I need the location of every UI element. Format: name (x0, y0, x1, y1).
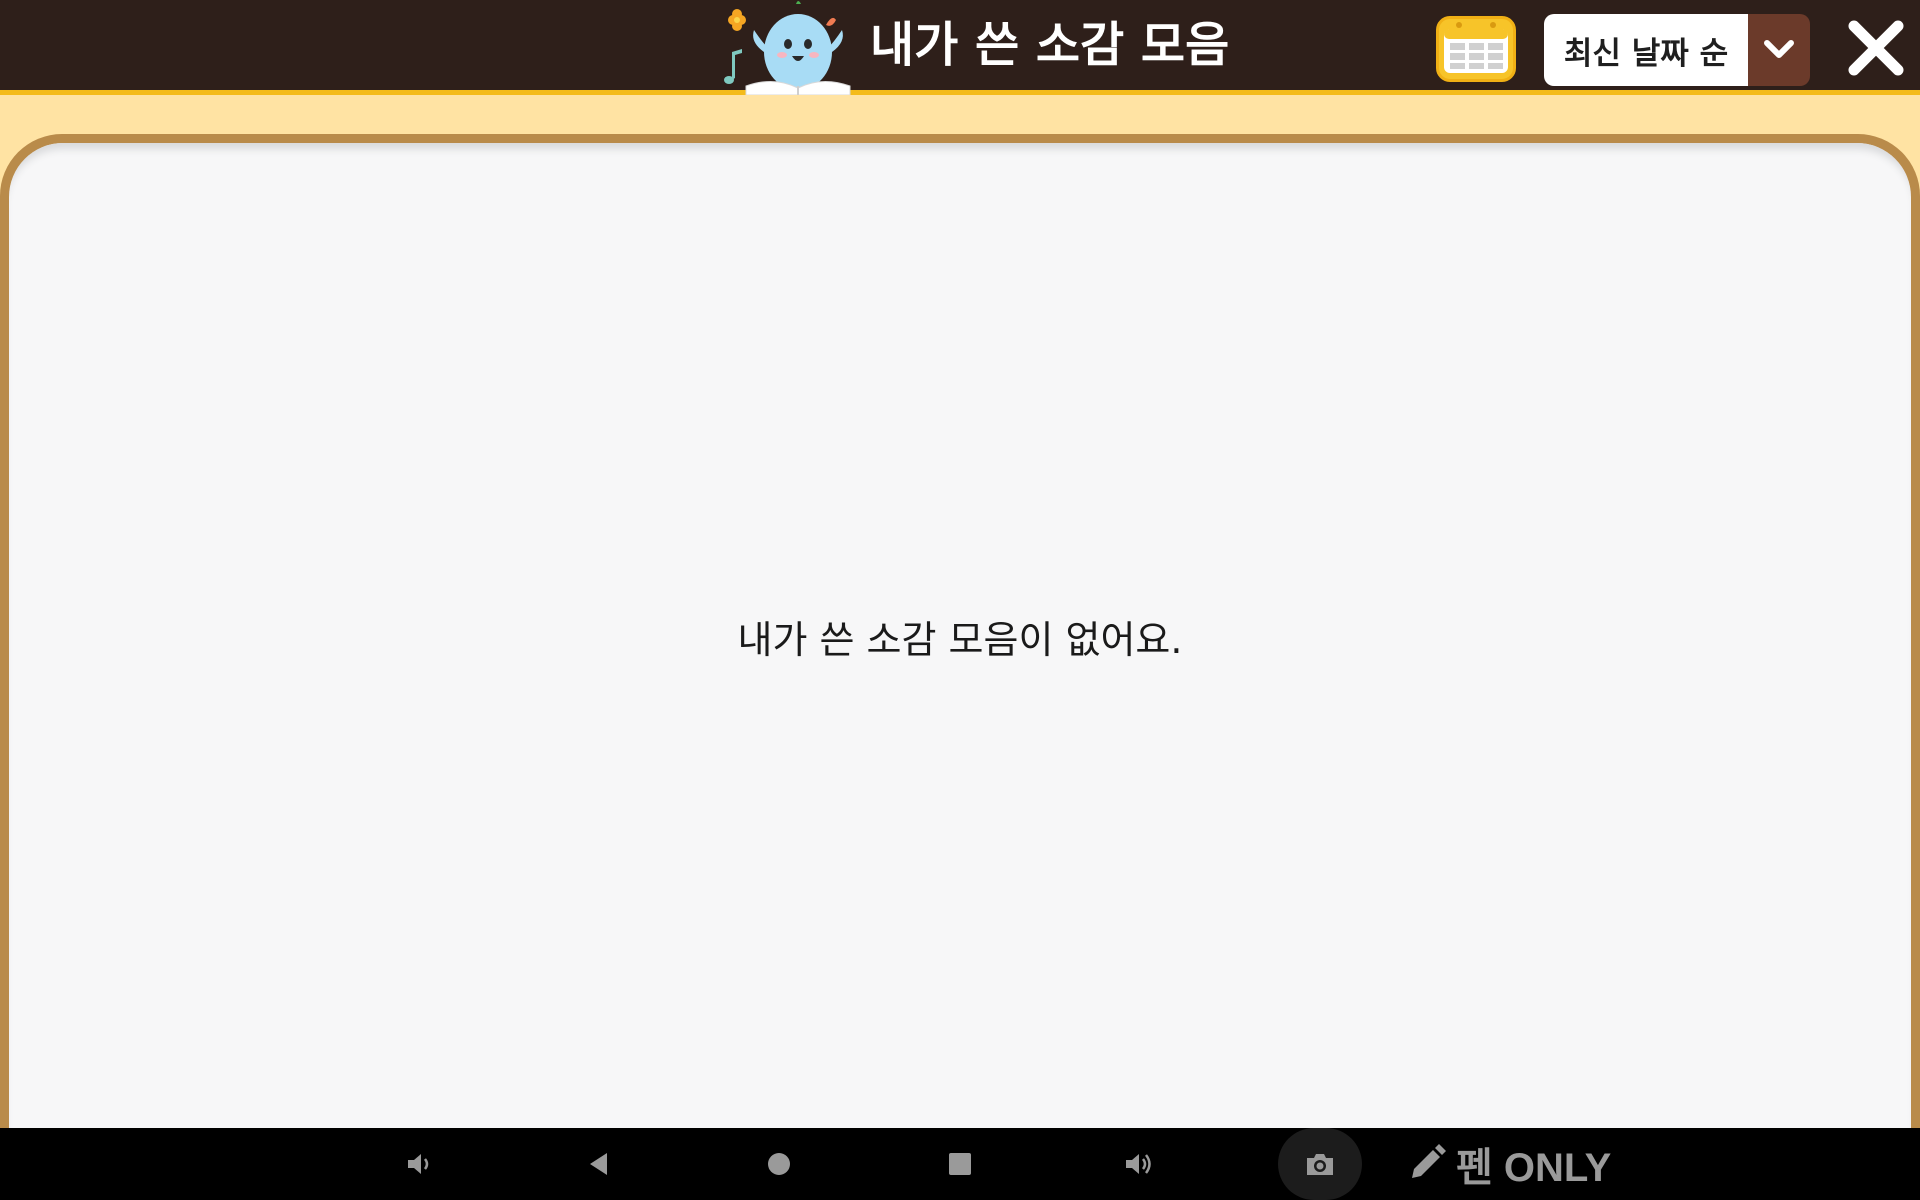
volume-up-button[interactable] (1111, 1136, 1167, 1192)
pen-only-toggle[interactable]: 펜 ONLY (1406, 1128, 1611, 1200)
calendar-button[interactable] (1436, 16, 1516, 82)
top-bar: 내가 쓴 소감 모음 최신 날짜 순 (0, 0, 1920, 96)
volume-down-icon (408, 1154, 429, 1174)
page-title: 내가 쓴 소감 모음 (870, 17, 1230, 73)
recents-icon (949, 1153, 971, 1175)
empty-state-message: 내가 쓴 소감 모음이 없어요. (737, 618, 1183, 662)
home-icon (768, 1153, 790, 1175)
calendar-icon (1444, 22, 1508, 73)
back-icon (590, 1153, 607, 1175)
home-button[interactable] (751, 1136, 807, 1192)
back-button[interactable] (571, 1136, 627, 1192)
volume-up-icon (1126, 1154, 1151, 1174)
chevron-down-icon (1748, 14, 1810, 86)
sort-order-value: 최신 날짜 순 (1544, 14, 1748, 86)
content-board: 내가 쓴 소감 모음이 없어요. (0, 134, 1920, 1128)
volume-down-button[interactable] (391, 1136, 447, 1192)
pen-only-label: 펜 ONLY (1456, 1146, 1612, 1190)
board-surface: 내가 쓴 소감 모음이 없어요. (9, 143, 1911, 1128)
recents-button[interactable] (932, 1136, 988, 1192)
mascot-reading-book-icon (718, 0, 852, 96)
close-button[interactable] (1846, 18, 1906, 78)
camera-icon (1307, 1154, 1333, 1175)
screenshot-button[interactable] (1278, 1128, 1362, 1200)
close-icon (1848, 20, 1904, 76)
pencil-icon (1412, 1144, 1446, 1178)
system-navigation-bar: 펜 ONLY (0, 1128, 1920, 1200)
sort-order-dropdown[interactable]: 최신 날짜 순 (1544, 14, 1810, 86)
